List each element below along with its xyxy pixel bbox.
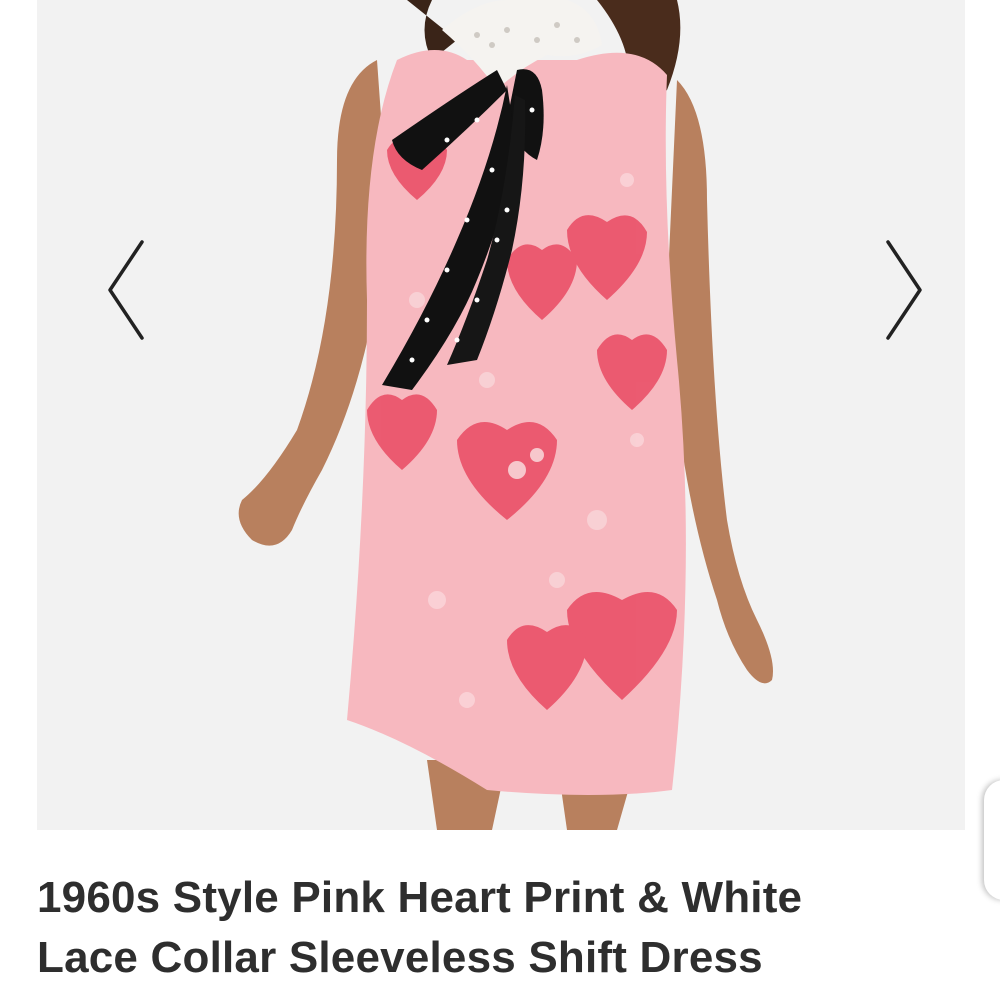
product-page: 1960s Style Pink Heart Print & White Lac… [0,0,1000,1000]
product-title-line-2: Lace Collar Sleeveless Shift Dress [37,933,763,982]
floating-side-tab[interactable] [984,780,1000,900]
product-title-line-1: 1960s Style Pink Heart Print & White [37,873,803,922]
chevron-left-icon[interactable] [100,238,144,342]
product-image-gallery[interactable] [37,0,965,830]
chevron-right-icon[interactable] [884,238,928,342]
product-title: 1960s Style Pink Heart Print & White Lac… [37,868,957,988]
product-photo [238,0,773,830]
